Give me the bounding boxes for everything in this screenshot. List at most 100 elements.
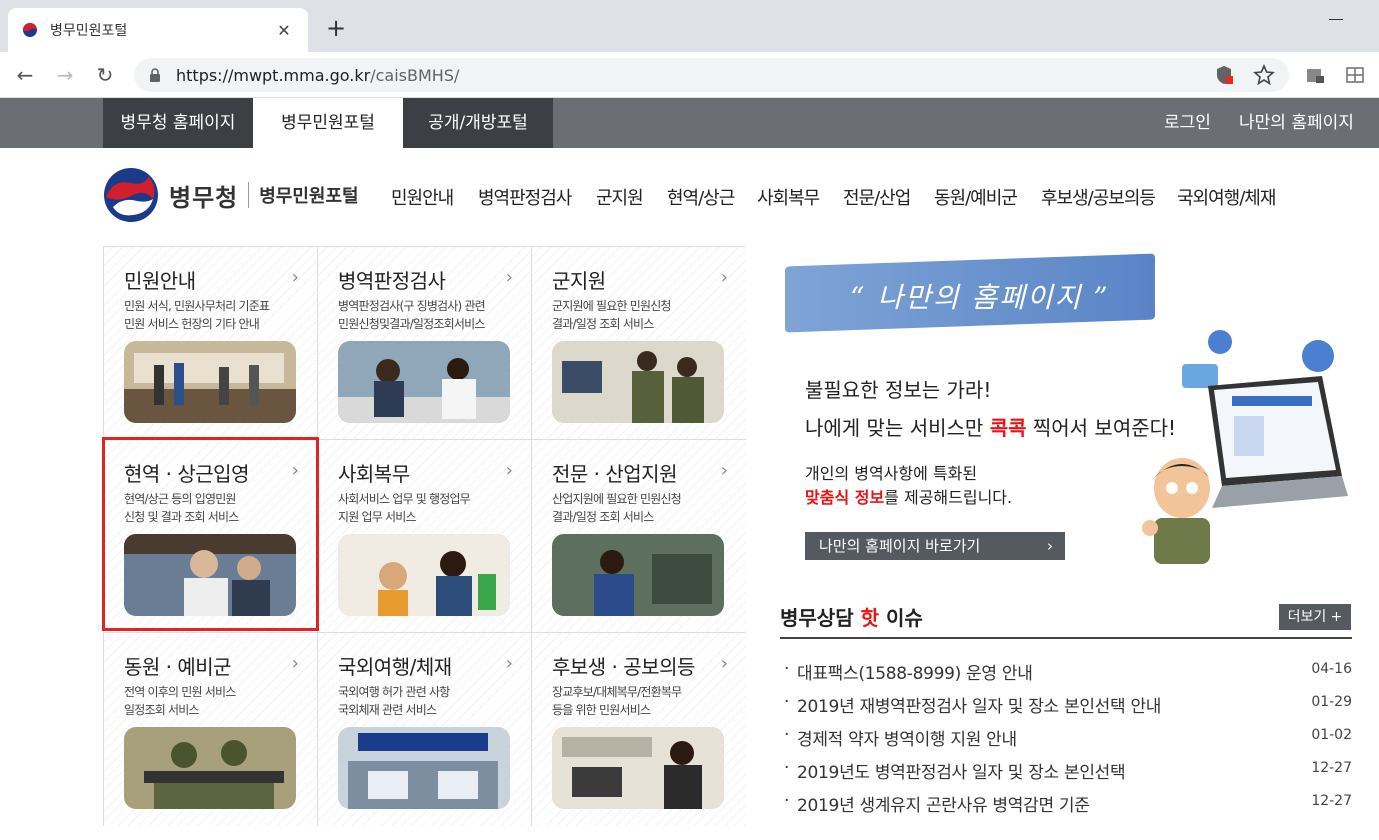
back-icon[interactable]: ← — [12, 62, 38, 88]
card-desc-line: 병역판정검사(구 징병검사) 관련 — [338, 299, 486, 313]
service-card-candidate[interactable]: 후보생 · 공보의등 › 장교후보/대체복무/전환복무등을 위한 민원서비스 — [532, 633, 746, 826]
gnb-tab-portal[interactable]: 병무민원포털 — [253, 98, 403, 148]
mma-favicon-icon — [23, 23, 37, 37]
service-card-military-apply[interactable]: 군지원 › 군지원에 필요한 민원신청 결과/일정 조회 서비스 — [532, 247, 746, 440]
site-logo[interactable]: 병무청 병무민원포털 — [103, 165, 359, 225]
chevron-right-icon: › — [1047, 537, 1053, 555]
my-home-link[interactable]: 나만의 홈페이지 — [1239, 98, 1354, 148]
issue-item[interactable]: · 대표팩스(1588-8999) 운영 안내 04-16 — [780, 659, 1352, 687]
hot-issues-title-text: 병무상담 — [780, 606, 861, 630]
banner-line4-emphasis: 맞춤식 정보 — [805, 488, 885, 507]
extension-icon[interactable] — [1304, 64, 1326, 86]
issue-item-date: 12-27 — [1311, 793, 1352, 809]
address-bar[interactable]: https://mwpt.mma.go.kr/caisBMHS/ — [134, 58, 1289, 92]
logo-subtitle: 병무민원포털 — [259, 186, 359, 207]
go-button-label: 나만의 홈페이지 바로가기 — [819, 537, 981, 555]
card-title: 국외여행/체재 — [338, 655, 452, 679]
issue-item-date: 04-16 — [1311, 661, 1352, 677]
tab-title: 병무민원포털 — [50, 23, 128, 39]
issue-item[interactable]: · 경제적 약자 병역이행 지원 안내 01-02 — [780, 725, 1352, 753]
service-card-overseas[interactable]: 국외여행/체재 › 국외여행 허가 관련 사항국외체재 관련 서비스 — [318, 633, 532, 826]
card-desc: 국외여행 허가 관련 사항국외체재 관련 서비스 — [338, 683, 523, 719]
issue-item[interactable]: · 2019년 생계유지 곤란사유 병역감면 기준 12-27 — [780, 791, 1352, 819]
url-path: /caisBMHS/ — [370, 65, 460, 85]
menu-item-reserve[interactable]: 동원/예비군 — [934, 184, 1018, 214]
card-desc-line: 일정조회 서비스 — [124, 703, 200, 717]
issues-divider — [780, 637, 1352, 639]
card-desc-line: 전역 이후의 민원 서비스 — [124, 685, 236, 699]
menu-item-overseas[interactable]: 국외여행/체재 — [1177, 184, 1276, 214]
gnb-tab-open-portal[interactable]: 공개/개방포털 — [403, 98, 553, 148]
factory-worker-photo — [552, 534, 724, 616]
chevron-right-icon: › — [720, 460, 728, 481]
service-card-industry[interactable]: 전문 · 산업지원 › 산업지원에 필요한 민원신청 결과/일정 조회 서비스 — [532, 440, 746, 633]
window-minimize-button[interactable] — [1329, 8, 1343, 20]
airport-office-photo — [338, 727, 510, 809]
service-card-minwon[interactable]: 민원안내 › 민원 서식, 민원사무처리 기준표 민원 서비스 헌장의 기타 안내 — [104, 247, 318, 440]
card-desc: 민원 서식, 민원사무처리 기준표 민원 서비스 헌장의 기타 안내 — [124, 297, 309, 333]
browser-tab[interactable]: 병무민원포털 ✕ — [8, 8, 308, 52]
menu-item-active-duty[interactable]: 현역/상근 — [667, 184, 735, 214]
shield-blocked-icon[interactable] — [1213, 64, 1235, 86]
card-title: 사회복무 — [338, 462, 410, 486]
child-play-photo — [338, 534, 510, 616]
menu-item-exam[interactable]: 병역판정검사 — [478, 184, 572, 214]
card-title: 병역판정검사 — [338, 269, 446, 293]
card-desc-line: 지원 업무 서비스 — [338, 510, 417, 524]
card-desc: 장교후보/대체복무/전환복무등을 위한 민원서비스 — [552, 683, 737, 719]
my-home-banner[interactable]: “ 나만의 홈페이지 ” 불필요한 정보는 가라! 나에게 맞는 서비스만 콕콕… — [780, 246, 1352, 576]
service-card-social-service[interactable]: 사회복무 › 사회서비스 업무 및 행정업무 지원 업무 서비스 — [318, 440, 532, 633]
menu-item-industry[interactable]: 전문/산업 — [843, 184, 911, 214]
chevron-right-icon: › — [291, 653, 299, 674]
bullet-icon: · — [784, 692, 790, 712]
issue-item-text[interactable]: 2019년 재병역판정검사 일자 및 장소 본인선택 안내 — [797, 692, 1161, 717]
chevron-right-icon: › — [720, 653, 728, 674]
window-layout-icon[interactable] — [1344, 64, 1366, 86]
card-desc: 병역판정검사(구 징병검사) 관련 민원신청및결과/일정조회서비스 — [338, 297, 523, 333]
card-desc-line: 국외여행 허가 관련 사항 — [338, 685, 450, 699]
bookmark-star-icon[interactable] — [1253, 64, 1275, 86]
bullet-icon: · — [784, 758, 790, 778]
card-desc: 사회서비스 업무 및 행정업무지원 업무 서비스 — [338, 490, 523, 526]
service-card-exam[interactable]: 병역판정검사 › 병역판정검사(구 징병검사) 관련 민원신청및결과/일정조회서비… — [318, 247, 532, 440]
issue-item[interactable]: · 2019년 재병역판정검사 일자 및 장소 본인선택 안내 01-29 — [780, 692, 1352, 720]
reload-icon[interactable]: ↻ — [92, 62, 118, 88]
issue-item-text[interactable]: 2019년 생계유지 곤란사유 병역감면 기준 — [797, 791, 1090, 816]
card-title: 후보생 · 공보의등 — [552, 655, 695, 679]
login-link[interactable]: 로그인 — [1164, 98, 1211, 148]
medical-exam-photo — [338, 341, 510, 423]
card-desc-line: 국외체재 관련 서비스 — [338, 703, 437, 717]
banner-ribbon-text: “ 나만의 홈페이지 ” — [850, 281, 1110, 314]
chevron-right-icon: › — [505, 653, 513, 674]
soldiers-computer-photo — [552, 341, 724, 423]
banner-line2: 나에게 맞는 서비스만 콕콕 찍어서 보여준다! — [805, 412, 1176, 441]
menu-item-social-service[interactable]: 사회복무 — [757, 184, 820, 214]
menu-item-candidate[interactable]: 후보생/공보의등 — [1041, 184, 1156, 214]
card-desc-line: 민원 서식, 민원사무처리 기준표 — [124, 299, 270, 313]
card-desc-line: 등을 위한 민원서비스 — [552, 703, 651, 717]
more-button[interactable]: 더보기 + — [1279, 604, 1351, 630]
issue-item-text[interactable]: 2019년도 병역판정검사 일자 및 장소 본인선택 — [797, 758, 1126, 783]
new-tab-button[interactable]: + — [322, 14, 350, 42]
card-desc: 산업지원에 필요한 민원신청 결과/일정 조회 서비스 — [552, 490, 737, 526]
service-card-reserve[interactable]: 동원 · 예비군 › 전역 이후의 민원 서비스 일정조회 서비스 — [104, 633, 318, 826]
menu-item-minwon[interactable]: 민원안내 — [391, 184, 454, 214]
card-desc: 전역 이후의 민원 서비스일정조회 서비스 — [124, 683, 309, 719]
forward-icon[interactable]: → — [52, 62, 78, 88]
url-text: https://mwpt.mma.go.kr/caisBMHS/ — [176, 66, 1195, 85]
card-desc-line: 결과/일정 조회 서비스 — [552, 510, 654, 524]
hot-issues-title-emphasis: 핫 — [860, 606, 879, 630]
issue-item[interactable]: · 2019년도 병역판정검사 일자 및 장소 본인선택 12-27 — [780, 758, 1352, 786]
issue-item-text[interactable]: 경제적 약자 병역이행 지원 안내 — [797, 725, 1017, 750]
bullet-icon: · — [784, 659, 790, 679]
gnb-tab-mma-home[interactable]: 병무청 홈페이지 — [103, 98, 253, 148]
menu-item-military-apply[interactable]: 군지원 — [596, 184, 644, 214]
browser-tab-bar: 병무민원포털 ✕ + — [0, 0, 1379, 52]
my-home-go-button[interactable]: 나만의 홈페이지 바로가기 › — [805, 532, 1065, 560]
tab-close-icon[interactable]: ✕ — [274, 21, 294, 40]
banner-line4-text: 를 제공해드립니다. — [884, 488, 1013, 507]
card-desc-line: 사회서비스 업무 및 행정업무 — [338, 492, 471, 506]
card-desc-line: 장교후보/대체복무/전환복무 — [552, 685, 682, 699]
issue-item-text[interactable]: 대표팩스(1588-8999) 운영 안내 — [797, 659, 1033, 684]
card-title: 전문 · 산업지원 — [552, 462, 677, 486]
